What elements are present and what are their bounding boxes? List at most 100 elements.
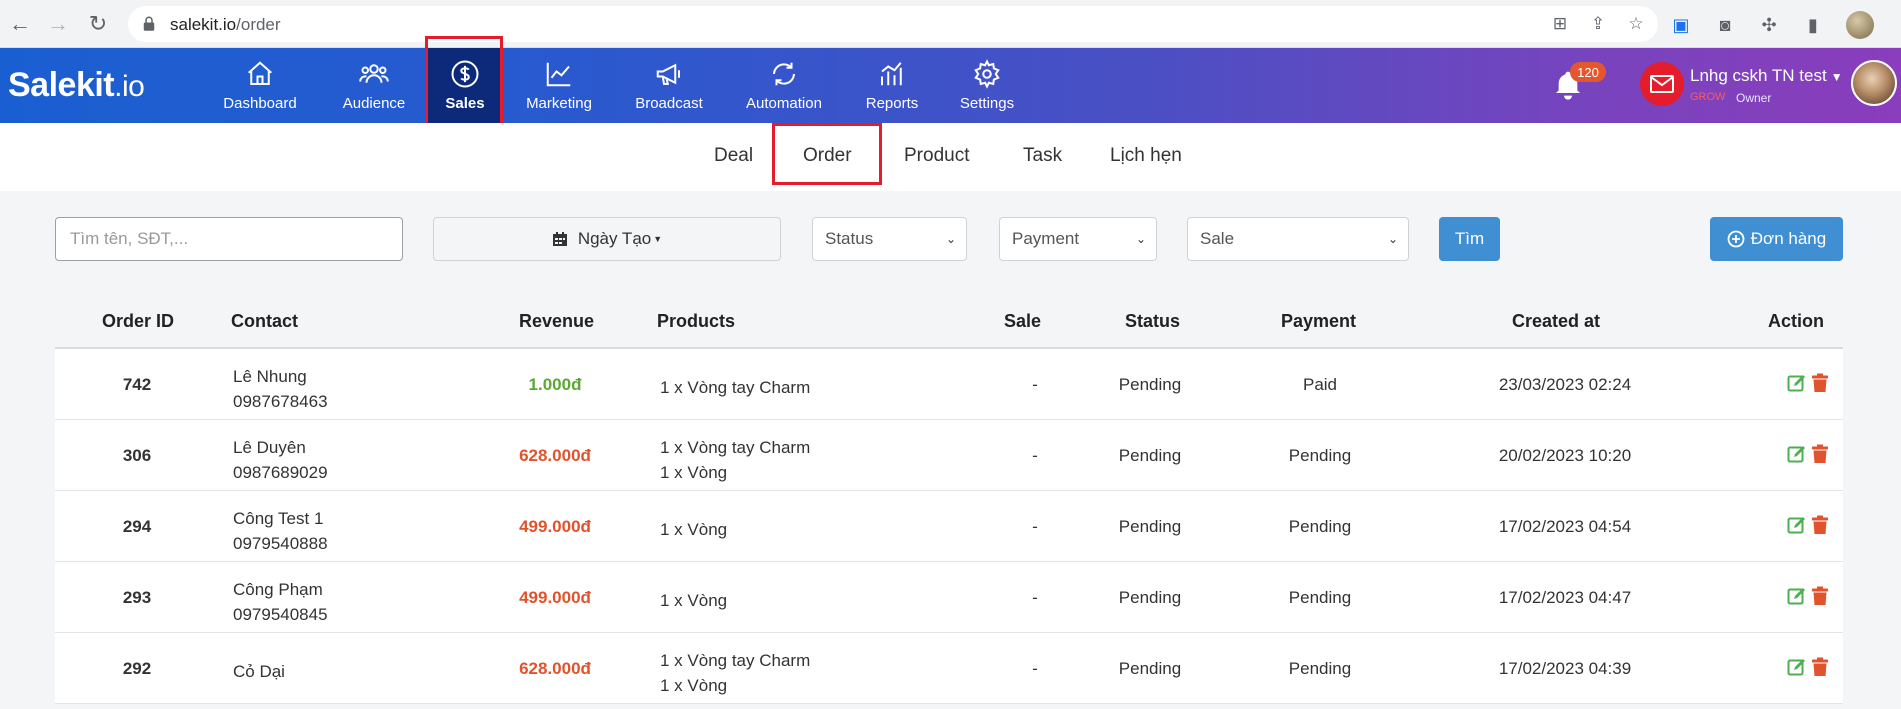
edit-icon[interactable] bbox=[1787, 515, 1807, 535]
contact-phone: 0979540888 bbox=[233, 534, 328, 553]
sale-value: - bbox=[1032, 588, 1038, 607]
calendar-icon bbox=[552, 232, 567, 246]
order-id[interactable]: 294 bbox=[77, 517, 197, 537]
chevron-down-icon: ⌄ bbox=[1135, 232, 1146, 246]
translate-icon[interactable]: ⊞ bbox=[1550, 14, 1570, 34]
nav-reports[interactable]: Reports bbox=[864, 48, 920, 123]
edit-icon[interactable] bbox=[1787, 586, 1807, 606]
user-avatar[interactable] bbox=[1851, 60, 1897, 106]
contact-cell[interactable]: Công Phạm 0979540845 bbox=[233, 577, 328, 627]
nav-audience[interactable]: Audience bbox=[334, 48, 414, 123]
table-row[interactable]: 293 Công Phạm 0979540845 499.000đ 1 x Vò… bbox=[55, 562, 1843, 633]
created-at-value: 17/02/2023 04:47 bbox=[1498, 588, 1632, 607]
edit-icon[interactable] bbox=[1787, 657, 1807, 677]
gear-icon bbox=[974, 59, 1000, 89]
mail-icon bbox=[1650, 75, 1674, 93]
table-row[interactable]: 292 Cỏ Dại 628.000đ 1 x Vòng tay Charm 1 … bbox=[55, 633, 1843, 704]
contact-name: Lê Duyên bbox=[233, 438, 306, 457]
products-cell: 1 x Vòng bbox=[660, 517, 727, 542]
menu-kebab-icon[interactable]: ⋮ bbox=[1896, 14, 1901, 36]
profile-avatar-icon[interactable] bbox=[1846, 11, 1874, 39]
sale-value: - bbox=[1032, 375, 1038, 394]
sales-highlight-box bbox=[425, 36, 503, 127]
order-id[interactable]: 306 bbox=[77, 446, 197, 466]
nav-broadcast[interactable]: Broadcast bbox=[630, 48, 708, 123]
contact-cell[interactable]: Cỏ Dại bbox=[233, 659, 285, 684]
contact-cell[interactable]: Lê Nhung 0987678463 bbox=[233, 364, 328, 414]
app-header: Salekit.io Dashboard Audience Sales Mark… bbox=[0, 48, 1901, 123]
table-row[interactable]: 742 Lê Nhung 0987678463 1.000đ 1 x Vòng … bbox=[55, 349, 1843, 420]
nav-automation[interactable]: Automation bbox=[742, 48, 826, 123]
forward-arrow-icon[interactable]: → bbox=[46, 12, 70, 36]
order-id[interactable]: 292 bbox=[77, 659, 197, 679]
caret-down-icon: ▼ bbox=[1830, 70, 1843, 84]
address-bar[interactable]: salekit.io/order ⊞ ⇪ ☆ bbox=[128, 6, 1658, 42]
status-select[interactable]: Status ⌄ bbox=[812, 217, 967, 261]
puzzle-icon[interactable]: ✣ bbox=[1758, 14, 1780, 36]
edit-icon[interactable] bbox=[1787, 373, 1807, 393]
trash-icon[interactable] bbox=[1811, 444, 1829, 464]
trash-icon[interactable] bbox=[1811, 586, 1829, 606]
status-value: Pending bbox=[1118, 375, 1182, 394]
bookmark-star-icon[interactable]: ☆ bbox=[1626, 14, 1646, 34]
payment-value: Pending bbox=[1288, 588, 1352, 607]
chart-line-icon bbox=[546, 62, 571, 87]
nav-dashboard[interactable]: Dashboard bbox=[220, 48, 300, 123]
megaphone-icon bbox=[656, 63, 680, 85]
status-value: Pending bbox=[1118, 588, 1182, 607]
date-filter[interactable]: Ngày Tạo ▼ bbox=[433, 217, 781, 261]
user-menu[interactable]: Lnhg cskh TN test ▼ bbox=[1690, 66, 1843, 86]
trash-icon[interactable] bbox=[1811, 373, 1829, 393]
col-revenue: Revenue bbox=[519, 311, 595, 331]
table-row[interactable]: 306 Lê Duyên 0987689029 628.000đ 1 x Vòn… bbox=[55, 420, 1843, 491]
nav-marketing[interactable]: Marketing bbox=[518, 48, 600, 123]
table-body: 742 Lê Nhung 0987678463 1.000đ 1 x Vòng … bbox=[55, 349, 1843, 704]
home-icon bbox=[248, 61, 272, 85]
share-icon[interactable]: ⇪ bbox=[1588, 14, 1608, 34]
revenue-value: 628.000đ bbox=[519, 446, 591, 465]
payment-select[interactable]: Payment ⌄ bbox=[999, 217, 1157, 261]
add-order-button[interactable]: Đơn hàng bbox=[1710, 217, 1843, 261]
sale-value: - bbox=[1032, 659, 1038, 678]
extension-blue-icon[interactable]: ▣ bbox=[1670, 14, 1692, 36]
order-id[interactable]: 742 bbox=[77, 375, 197, 395]
sidepanel-icon[interactable]: ▮ bbox=[1802, 14, 1824, 36]
mail-button[interactable] bbox=[1640, 62, 1684, 106]
contact-cell[interactable]: Công Test 1 0979540888 bbox=[233, 506, 328, 556]
sale-value: - bbox=[1032, 517, 1038, 536]
reload-icon[interactable]: ↻ bbox=[86, 12, 110, 36]
table-row[interactable]: 294 Công Test 1 0979540888 499.000đ 1 x … bbox=[55, 491, 1843, 562]
tab-deal[interactable]: Deal bbox=[714, 145, 753, 167]
product-line: 1 x Vòng tay Charm bbox=[660, 651, 811, 670]
tab-task[interactable]: Task bbox=[1023, 145, 1062, 167]
contact-phone: 0987678463 bbox=[233, 392, 328, 411]
row-actions bbox=[1787, 586, 1829, 606]
search-input[interactable]: Tìm tên, SĐT,... bbox=[55, 217, 403, 261]
edit-icon[interactable] bbox=[1787, 444, 1807, 464]
row-actions bbox=[1787, 373, 1829, 393]
nav-settings[interactable]: Settings bbox=[956, 48, 1018, 123]
col-contact: Contact bbox=[231, 311, 298, 331]
col-status: Status bbox=[1125, 311, 1181, 331]
users-icon bbox=[359, 64, 389, 83]
url-text: salekit.io/order bbox=[170, 15, 281, 34]
search-button[interactable]: Tìm bbox=[1439, 217, 1500, 261]
order-id[interactable]: 293 bbox=[77, 588, 197, 608]
tab-lich-hen[interactable]: Lịch hẹn bbox=[1110, 145, 1182, 167]
trash-icon[interactable] bbox=[1811, 515, 1829, 535]
camera-icon[interactable]: ◙ bbox=[1714, 14, 1736, 36]
sale-select[interactable]: Sale ⌄ bbox=[1187, 217, 1409, 261]
tab-product[interactable]: Product bbox=[904, 145, 969, 167]
created-at-value: 17/02/2023 04:39 bbox=[1498, 659, 1632, 678]
col-order-id: Order ID bbox=[102, 311, 175, 331]
revenue-value: 628.000đ bbox=[519, 659, 591, 678]
created-at-value: 20/02/2023 10:20 bbox=[1498, 446, 1632, 465]
trash-icon[interactable] bbox=[1811, 657, 1829, 677]
created-at-value: 17/02/2023 04:54 bbox=[1498, 517, 1632, 536]
sales-subtabs: Deal Order Product Task Lịch hẹn bbox=[0, 123, 1901, 191]
product-line: 1 x Vòng bbox=[660, 463, 728, 482]
salekit-logo[interactable]: Salekit.io bbox=[8, 66, 145, 105]
row-actions bbox=[1787, 657, 1829, 677]
back-arrow-icon[interactable]: ← bbox=[8, 12, 32, 36]
contact-cell[interactable]: Lê Duyên 0987689029 bbox=[233, 435, 328, 485]
